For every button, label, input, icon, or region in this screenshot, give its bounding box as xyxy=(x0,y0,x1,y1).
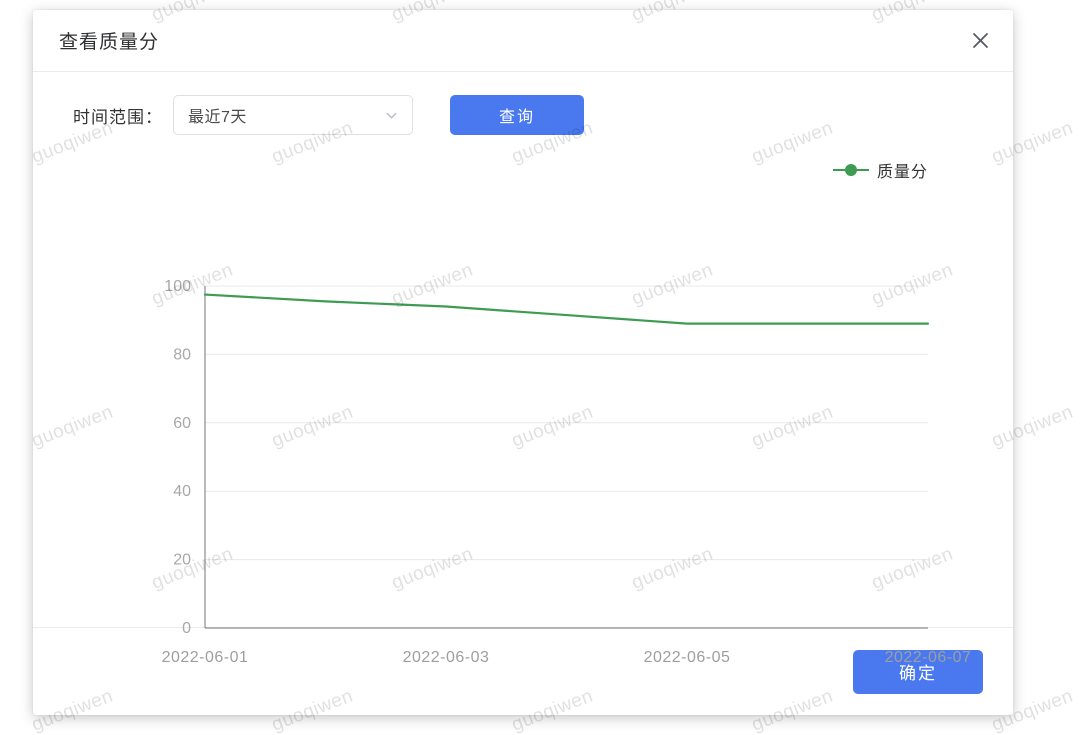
chart-svg: 020406080100 2022-06-01 2022-06-03 2022-06… xyxy=(162,278,972,666)
y-tick-label: 100 xyxy=(164,278,191,295)
time-range-label: 时间范围： xyxy=(73,107,163,127)
chart-gridlines xyxy=(205,285,928,629)
close-icon[interactable] xyxy=(963,24,997,58)
time-range-select-value: 最近7天 xyxy=(188,109,247,126)
legend-label: 质量分 xyxy=(876,164,928,181)
quality-score-chart: 0 20 40 60 80 100 2022-06-01 2022-06-03 2022-06… xyxy=(33,192,1013,682)
x-tick-label: 2022-06-03 xyxy=(403,649,490,666)
close-glyph xyxy=(972,33,988,48)
y-tick-label: 20 xyxy=(173,552,191,569)
y-tick-label: 0 xyxy=(182,620,191,637)
dialog-header: 查看质量分 xyxy=(33,10,1013,72)
x-tick-label: 2022-06-05 xyxy=(644,649,731,666)
y-tick-label: 40 xyxy=(173,483,191,500)
filter-bar: 时间范围： 最近7天 查询 xyxy=(33,72,1013,136)
quality-score-dialog: 查看质量分 时间范围： 最近7天 查询 质量分 0 20 40 60 80 10… xyxy=(33,10,1013,715)
chevron-down-icon xyxy=(384,108,398,122)
page-title: 查看质量分 xyxy=(59,32,160,53)
legend-marker-icon xyxy=(832,163,869,177)
x-axis-tick-labels: 2022-06-01 2022-06-03 2022-06-05 2022-06-07 xyxy=(162,649,972,666)
y-tick-label: 60 xyxy=(173,415,191,432)
x-tick-label: 2022-06-07 xyxy=(885,649,972,666)
query-button[interactable]: 查询 xyxy=(450,95,584,135)
chart-legend[interactable]: 质量分 xyxy=(832,158,928,182)
dialog-body: 时间范围： 最近7天 查询 质量分 0 20 40 60 80 100 2022… xyxy=(33,72,1013,666)
time-range-select[interactable]: 最近7天 xyxy=(173,95,413,135)
series-line-quality-score xyxy=(203,293,930,325)
y-axis-tick-labels: 0 20 40 60 80 100 xyxy=(164,278,191,637)
x-tick-label: 2022-06-01 xyxy=(162,649,249,666)
y-tick-label: 80 xyxy=(173,346,191,363)
